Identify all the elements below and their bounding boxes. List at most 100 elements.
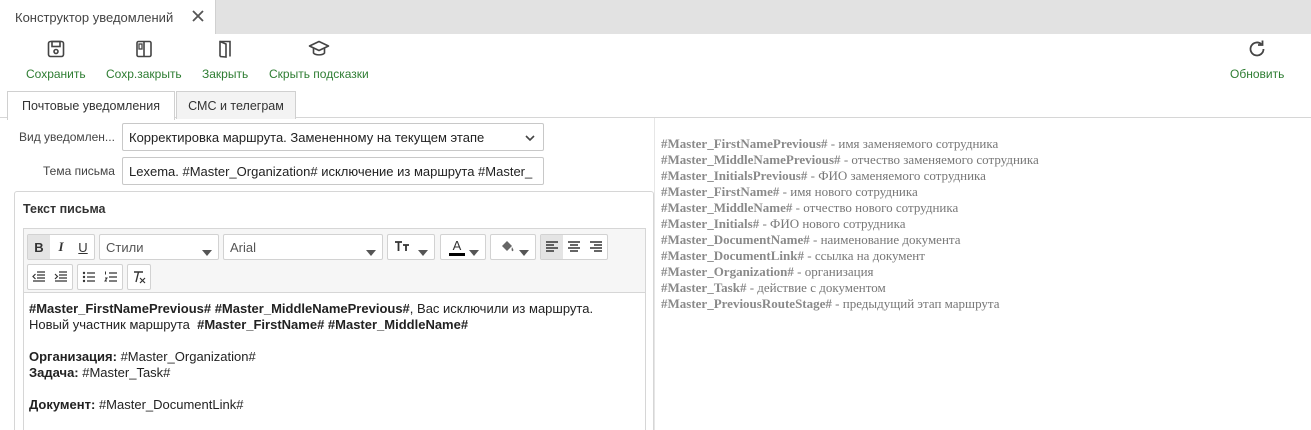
hint-item: #Master_FirstNamePrevious# - имя заменяе… — [661, 136, 1039, 152]
letter-org-line: Организация: #Master_Organization# — [29, 349, 640, 365]
document-tab[interactable]: Конструктор уведомлений — [0, 0, 216, 34]
tab-sms-label: СМС и телеграм — [188, 98, 284, 113]
letter-line-1-bold: #Master_FirstNamePrevious# #Master_Middl… — [29, 301, 410, 316]
dropdown-arrow-icon — [418, 244, 428, 259]
refresh-label: Обновить — [1230, 67, 1285, 81]
notification-tabs: Почтовые уведомления СМС и телеграм — [0, 90, 1311, 120]
letter-task-line: Задача: #Master_Task# — [29, 365, 640, 381]
outdent-icon[interactable] — [28, 265, 50, 289]
hint-item: #Master_Task# - действие с документом — [661, 280, 1039, 296]
text-size-icon — [388, 240, 412, 255]
hint-text: - ФИО нового сотрудника — [759, 216, 906, 231]
notification-type-label: Вид уведомлен... — [19, 130, 115, 144]
styles-select[interactable]: Стили — [99, 234, 219, 260]
close-label: Закрыть — [202, 67, 249, 81]
underline-button[interactable]: U — [72, 235, 94, 259]
align-left-icon[interactable] — [541, 235, 563, 259]
clear-formatting-icon[interactable] — [128, 265, 150, 289]
underline-label: U — [78, 239, 88, 255]
close-button[interactable]: Закрыть — [202, 38, 248, 81]
subject-label: Тема письма — [43, 164, 115, 178]
hint-item: #Master_Initials# - ФИО нового сотрудник… — [661, 216, 1039, 232]
main-toolbar: Сохранить Сохр.закрыть Закрыть Скрыть по… — [0, 34, 1311, 88]
doc-value: #Master_DocumentLink# — [95, 397, 244, 412]
save-close-button[interactable]: Сохр.закрыть — [106, 38, 182, 81]
hint-tag: #Master_Initials# — [661, 216, 760, 231]
door-icon — [214, 38, 236, 60]
hint-tag: #Master_PreviousRouteStage# — [661, 296, 832, 311]
hint-item: #Master_InitialsPrevious# - ФИО заменяем… — [661, 168, 1039, 184]
list-group — [77, 264, 123, 290]
hint-tag: #Master_FirstName# — [661, 184, 780, 199]
bulleted-list-icon[interactable] — [78, 265, 100, 289]
hint-tag: #Master_MiddleNamePrevious# — [661, 152, 841, 167]
italic-label: I — [58, 239, 64, 254]
hint-tag: #Master_Organization# — [661, 264, 794, 279]
align-center-icon[interactable] — [563, 235, 585, 259]
save-button[interactable]: Сохранить — [26, 38, 86, 81]
save-close-label: Сохр.закрыть — [106, 67, 182, 81]
hint-item: #Master_MiddleNamePrevious# - отчество з… — [661, 152, 1039, 168]
hint-tag: #Master_Task# — [661, 280, 747, 295]
italic-button[interactable]: I — [50, 235, 72, 259]
hint-tag: #Master_FirstNamePrevious# — [661, 136, 828, 151]
hint-item: #Master_FirstName# - имя нового сотрудни… — [661, 184, 1039, 200]
org-value: #Master_Organization# — [116, 349, 256, 364]
font-color-button[interactable]: A — [440, 234, 486, 260]
refresh-icon — [1246, 38, 1268, 60]
hint-text: - ФИО заменяемого сотрудника — [807, 168, 986, 183]
font-color-icon: A — [441, 239, 465, 256]
hint-text: - отчество нового сотрудника — [792, 200, 959, 215]
tab-email-notifications[interactable]: Почтовые уведомления — [7, 91, 175, 120]
indent-icon[interactable] — [50, 265, 72, 289]
hint-tag: #Master_DocumentLink# — [661, 248, 804, 263]
letter-panel: Текст письма B I U Стили Arial A #Master… — [14, 191, 654, 430]
hint-text: - ссылка на документ — [804, 248, 925, 263]
bold-button[interactable]: B — [28, 235, 50, 259]
font-value: Arial — [230, 239, 257, 255]
org-label: Организация: — [29, 349, 117, 364]
hint-tag: #Master_InitialsPrevious# — [661, 168, 808, 183]
text-size-button[interactable] — [387, 234, 435, 260]
font-select[interactable]: Arial — [223, 234, 383, 260]
placeholder-hints: #Master_FirstNamePrevious# - имя заменяе… — [661, 136, 1039, 312]
hint-item: #Master_DocumentName# - наименование док… — [661, 232, 1039, 248]
close-icon[interactable] — [191, 9, 205, 23]
paint-bucket-icon — [491, 239, 515, 256]
tab-sms-telegram[interactable]: СМС и телеграм — [176, 91, 296, 119]
font-color-label: A — [452, 237, 462, 253]
hint-item: #Master_PreviousRouteStage# - предыдущий… — [661, 296, 1039, 312]
letter-line-1: #Master_FirstNamePrevious# #Master_Middl… — [29, 301, 640, 317]
notification-type-select[interactable]: Корректировка маршрута. Замененному на т… — [122, 123, 544, 151]
refresh-button[interactable]: Обновить — [1230, 38, 1284, 81]
background-color-button[interactable] — [490, 234, 536, 260]
letter-line-2: Новый участник маршрута #Master_FirstNam… — [29, 317, 640, 333]
clear-format-group — [127, 264, 151, 290]
graduation-cap-icon — [308, 38, 330, 60]
dropdown-arrow-icon — [519, 244, 529, 259]
hint-text: - отчество заменяемого сотрудника — [840, 152, 1039, 167]
hint-tag: #Master_DocumentName# — [661, 232, 810, 247]
hint-text: - имя нового сотрудника — [779, 184, 918, 199]
hint-text: - предыдущий этап маршрута — [831, 296, 1000, 311]
notification-type-value: Корректировка маршрута. Замененному на т… — [129, 129, 485, 145]
align-right-icon[interactable] — [585, 235, 607, 259]
dropdown-arrow-icon — [366, 244, 376, 259]
chevron-down-icon — [523, 131, 537, 148]
letter-line-2-plain: Новый участник маршрута — [29, 317, 198, 332]
panel-divider — [654, 118, 655, 430]
task-value: #Master_Task# — [78, 365, 171, 380]
hint-text: - действие с документом — [746, 280, 886, 295]
editor-toolbar: B I U Стили Arial A — [23, 228, 646, 292]
alignment-group — [540, 234, 608, 260]
numbered-list-icon[interactable] — [100, 265, 122, 289]
indent-group — [27, 264, 73, 290]
hide-hints-button[interactable]: Скрыть подсказки — [269, 38, 369, 81]
hint-text: - наименование документа — [809, 232, 961, 247]
subject-input[interactable] — [122, 157, 544, 185]
doc-label: Документ: — [29, 397, 96, 412]
letter-body-editor[interactable]: #Master_FirstNamePrevious# #Master_Middl… — [23, 292, 646, 430]
tab-email-label: Почтовые уведомления — [22, 99, 160, 113]
document-tab-strip: Конструктор уведомлений — [0, 0, 1311, 34]
hint-item: #Master_MiddleName# - отчество нового со… — [661, 200, 1039, 216]
